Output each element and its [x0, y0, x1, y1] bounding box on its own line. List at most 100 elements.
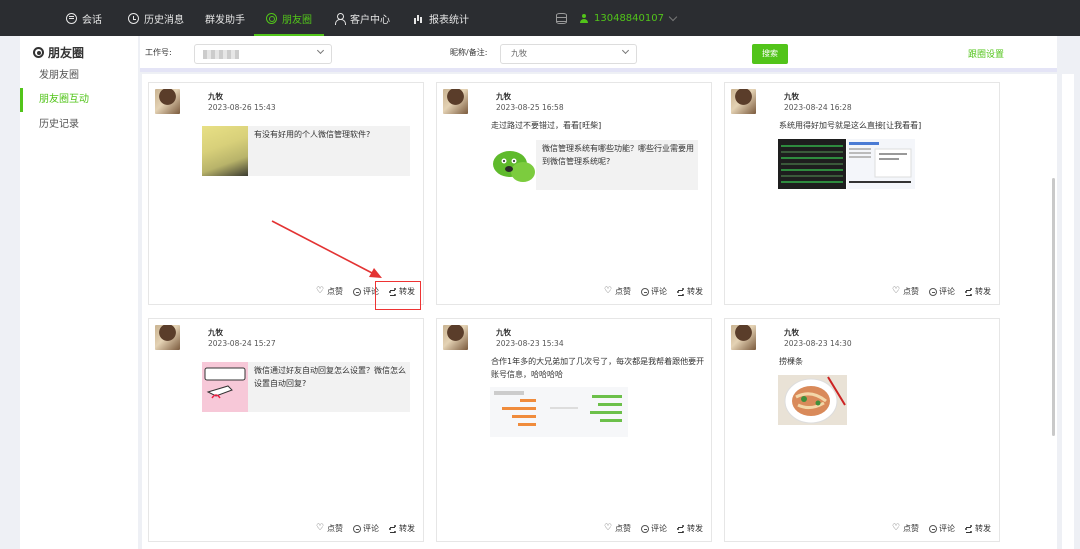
sidebar-item-post-moments[interactable]: 发朋友圈 [20, 64, 138, 88]
nav-reports[interactable]: 报表统计 [413, 0, 469, 36]
like-button[interactable]: 点赞 [892, 285, 919, 297]
shared-link[interactable]: 微信通过好友自动回复怎么设置？微信怎么设置自动回复? [202, 362, 410, 412]
shared-thumbnail [202, 362, 248, 412]
post-card: 九牧 2023-08-23 14:30 捞棵条 点赞 评论 转发 [724, 318, 1000, 542]
database-button[interactable] [556, 0, 567, 36]
nav-moments[interactable]: 朋友圈 [254, 0, 324, 36]
forward-button[interactable]: 转发 [965, 523, 991, 534]
post-actions: 点赞 评论 转发 [604, 285, 711, 297]
comment-label: 评论 [651, 287, 667, 296]
job-number-label: 工作号: [145, 48, 172, 57]
post-actions: 点赞 评论 转发 [892, 285, 999, 297]
sidebar-item-moments-interaction[interactable]: 朋友圈互动 [20, 88, 138, 112]
screenshot-thumbnail [781, 145, 843, 183]
like-label: 点赞 [903, 524, 919, 533]
forward-button[interactable]: 转发 [677, 523, 703, 534]
comment-button[interactable]: 评论 [353, 523, 379, 534]
post-text: 捞棵条 [779, 357, 803, 366]
post-image[interactable] [847, 139, 915, 189]
nav-customers[interactable]: 客户中心 [334, 0, 390, 36]
moments-icon [266, 12, 277, 24]
share-icon [965, 525, 973, 533]
avatar [155, 89, 180, 114]
like-label: 点赞 [903, 287, 919, 296]
comment-button[interactable]: 评论 [641, 286, 667, 297]
like-button[interactable]: 点赞 [892, 522, 919, 534]
sidebar-item-history[interactable]: 历史记录 [20, 113, 138, 137]
forward-label: 转发 [687, 287, 703, 296]
post-text: 合作1年多的大兄弟加了几次号了，每次都是我帮着跟他要开账号信息，哈哈哈哈 [491, 357, 705, 379]
scrollbar-thumb[interactable] [1052, 178, 1055, 436]
comment-icon [641, 287, 649, 296]
post-card: 九牧 2023-08-24 15:27 微信通过好友自动回复怎么设置？微信怎么设… [148, 318, 424, 542]
blurred-value [203, 50, 239, 59]
sidebar: 朋友圈 发朋友圈 朋友圈互动 历史记录 [20, 36, 138, 549]
post-author: 九牧 [784, 328, 799, 337]
nav-label: 会话 [82, 14, 102, 26]
post-image[interactable] [778, 375, 847, 425]
comment-button[interactable]: 评论 [929, 286, 955, 297]
post-text: 系统用得好加号就是这么直接[让我看看] [779, 121, 922, 130]
like-button[interactable]: 点赞 [316, 522, 343, 534]
nav-broadcast[interactable]: 群发助手 [205, 0, 245, 36]
chevron-down-icon [621, 46, 630, 55]
post-time: 2023-08-23 14:30 [784, 339, 852, 348]
account-switcher[interactable]: 13048840107 [580, 0, 678, 36]
post-time: 2023-08-24 16:28 [784, 103, 852, 112]
like-button[interactable]: 点赞 [604, 285, 631, 297]
shared-link[interactable]: 微信管理系统有哪些功能？哪些行业需要用到微信管理系统呢? [490, 140, 698, 190]
comment-button[interactable]: 评论 [929, 523, 955, 534]
follow-settings-link[interactable]: 跟圈设置 [968, 47, 1004, 60]
search-button[interactable]: 搜索 [752, 44, 788, 64]
nav-label: 客户中心 [350, 14, 390, 26]
forward-button[interactable]: 转发 [389, 523, 415, 534]
post-author: 九牧 [208, 92, 223, 101]
share-icon [677, 288, 685, 296]
chevron-down-icon [316, 46, 325, 55]
account-number: 13048840107 [594, 12, 664, 24]
post-card: 九牧 2023-08-23 15:34 合作1年多的大兄弟加了几次号了，每次都是… [436, 318, 712, 542]
post-time: 2023-08-26 15:43 [208, 103, 276, 112]
comment-button[interactable]: 评论 [641, 523, 667, 534]
job-number-select[interactable] [194, 44, 332, 64]
forward-button[interactable]: 转发 [677, 286, 703, 297]
sidebar-title: 朋友圈 [33, 44, 84, 61]
nav-history[interactable]: 历史消息 [128, 0, 184, 36]
noodle-photo-thumbnail [784, 376, 846, 424]
shared-link[interactable]: 有没有好用的个人微信管理软件? [202, 126, 410, 176]
post-actions: 点赞 评论 转发 [316, 522, 423, 534]
nickname-label: 昵称/备注: [450, 48, 488, 57]
aperture-icon [33, 47, 44, 58]
heart-icon [892, 522, 901, 534]
user-icon [334, 12, 346, 25]
avatar [443, 89, 468, 114]
post-image[interactable] [490, 387, 628, 437]
chart-icon [413, 13, 424, 24]
shared-title: 有没有好用的个人微信管理软件? [254, 130, 371, 139]
like-button[interactable]: 点赞 [604, 522, 631, 534]
clock-icon [128, 12, 139, 24]
post-author: 九牧 [496, 328, 511, 337]
post-actions: 点赞 评论 转发 [604, 522, 711, 534]
nickname-value: 九牧 [511, 49, 527, 58]
nav-chat[interactable]: 会话 [66, 0, 102, 36]
shared-title: 微信通过好友自动回复怎么设置？微信怎么设置自动回复? [254, 366, 406, 388]
post-author: 九牧 [496, 92, 511, 101]
filter-bar: 工作号: 昵称/备注: 九牧 搜索 跟圈设置 [140, 36, 1057, 72]
post-text: 走过路过不要错过，看看[旺柴] [491, 121, 602, 130]
post-image[interactable] [778, 139, 846, 189]
pointing-hand-icon [204, 367, 246, 399]
comment-icon [641, 524, 649, 533]
nav-label: 历史消息 [144, 14, 184, 26]
shared-thumbnail [490, 140, 536, 190]
scrollbar-track[interactable] [1062, 74, 1074, 549]
nav-label: 朋友圈 [282, 14, 312, 26]
person-icon [580, 13, 588, 23]
forward-button[interactable]: 转发 [965, 286, 991, 297]
avatar [731, 89, 756, 114]
comment-label: 评论 [939, 287, 955, 296]
nickname-select[interactable]: 九牧 [500, 44, 637, 64]
share-icon [677, 525, 685, 533]
heart-icon [316, 522, 325, 534]
forward-label: 转发 [687, 524, 703, 533]
